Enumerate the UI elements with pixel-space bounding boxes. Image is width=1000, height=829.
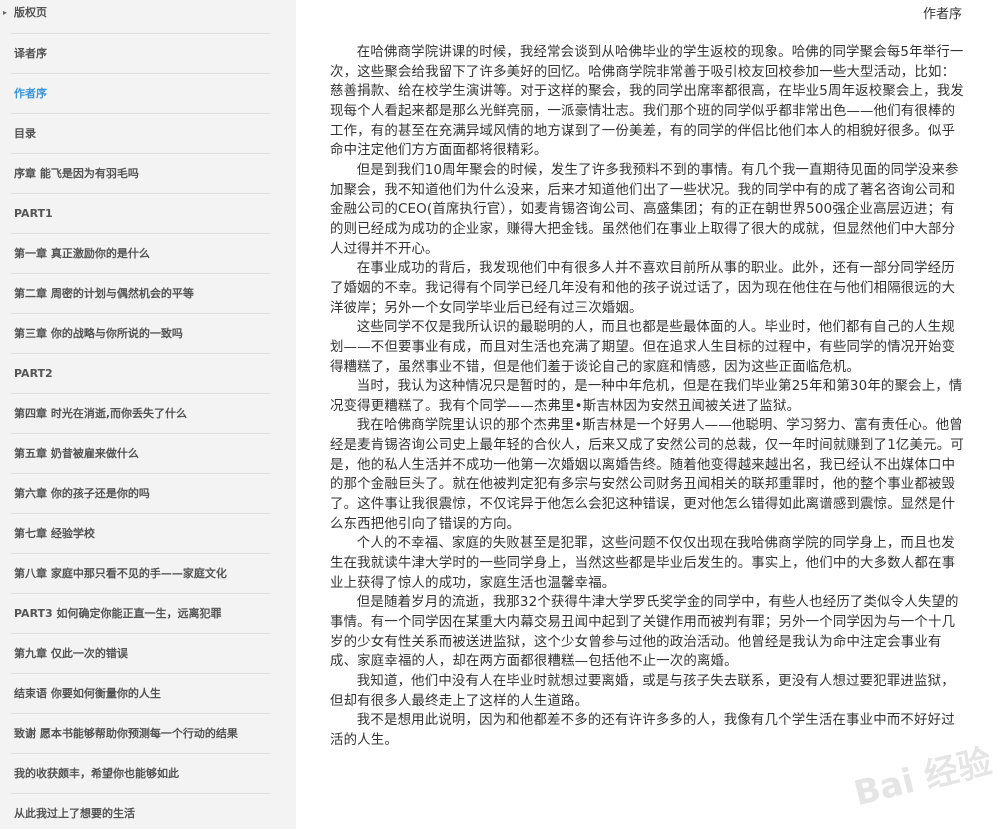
toc-item-label: 作者序 (14, 87, 47, 100)
toc-item[interactable]: 从此我过上了想要的生活 (0, 794, 296, 829)
toc-item-label: 第五章 奶昔被雇来做什么 (14, 447, 139, 460)
toc-item[interactable]: 第八章 家庭中那只看不见的手——家庭文化 (0, 554, 296, 594)
article-paragraph: 这些同学不仅是我所认识的最聪明的人，而且也都是些最体面的人。毕业时，他们都有自己… (330, 320, 956, 375)
toc-item-label: 从此我过上了想要的生活 (14, 807, 135, 820)
toc-item-label: 第六章 你的孩子还是你的吗 (14, 487, 150, 500)
toc-item[interactable]: 第七章 经验学校 (0, 514, 296, 554)
toc-item[interactable]: 译者序 (0, 34, 296, 74)
toc-item-label: 第七章 经验学校 (14, 527, 95, 540)
toc-item[interactable]: PART2 (0, 354, 296, 394)
toc-item-label: 第九章 仅此一次的错误 (14, 647, 128, 660)
toc-item-label: PART1 (14, 207, 53, 220)
article-paragraph: 我不是想用此说明，因为和他都差不多的还有许许多多的人，我像有几个学生活在事业中而… (330, 713, 955, 748)
article-paragraph: 我知道，他们中没有人在毕业时就想过要离婚，或是与孩子失去联系，更没有人想过要犯罪… (330, 674, 955, 709)
toc-item-label: 我的收获颇丰，希望你也能够如此 (14, 767, 179, 780)
toc-item[interactable]: 第四章 时光在消逝,而你丢失了什么 (0, 394, 296, 434)
toc-item-label: PART3 如何确定你能正直一生，远离犯罪 (14, 607, 222, 620)
toc-item[interactable]: 目录 (0, 114, 296, 154)
toc-item-label: 版权页 (14, 6, 47, 19)
toc-item[interactable]: 第九章 仅此一次的错误 (0, 634, 296, 674)
toc-item[interactable]: 结束语 你要如何衡量你的人生 (0, 674, 296, 714)
toc-list: ▸ 版权页译者序作者序目录序章 能飞是因为有羽毛吗 PART1 第一章 真正激励你的是… (0, 0, 296, 829)
toc-item-label: 第三章 你的战略与你所说的一致吗 (14, 327, 183, 340)
article-paragraph: 但是随着岁月的流逝，我那32个获得牛津大学罗氏奖学金的同学中，有些人也经历了类似… (330, 595, 959, 670)
toc-item[interactable]: 致谢 愿本书能够帮助你预测每一个行动的结果 (0, 714, 296, 754)
article-paragraph: 在事业成功的背后，我发现他们中有很多人并不喜欢目前所从事的职业。此外，还有一部分… (330, 261, 956, 316)
toc-item-label: PART2 (14, 367, 53, 380)
toc-item[interactable]: 我的收获颇丰，希望你也能够如此 (0, 754, 296, 794)
toc-item-label: 序章 能飞是因为有羽毛吗 (14, 167, 139, 180)
toc-item[interactable]: PART1 (0, 194, 296, 234)
toc-item-label: 第四章 时光在消逝,而你丢失了什么 (14, 407, 188, 420)
toc-item[interactable]: 第一章 真正激励你的是什么 (0, 234, 296, 274)
article-paragraph: 个人的不幸福、家庭的失败甚至是犯罪，这些问题不仅仅出现在我哈佛商学院的同学身上，… (330, 536, 956, 591)
article-paragraph: 但是到我们10周年聚会的时候，发生了许多我预料不到的事情。有几个我一直期待见面的… (330, 162, 959, 257)
toc-item[interactable]: PART3 如何确定你能正直一生，远离犯罪 (0, 594, 296, 634)
toc-item[interactable]: 第二章 周密的计划与偶然机会的平等 (0, 274, 296, 314)
toc-item[interactable]: 第三章 你的战略与你所说的一致吗 (0, 314, 296, 354)
toc-item[interactable]: 第五章 奶昔被雇来做什么 (0, 434, 296, 474)
toc-item-label: 第八章 家庭中那只看不见的手——家庭文化 (14, 567, 227, 580)
toc-item[interactable]: 第六章 你的孩子还是你的吗 (0, 474, 296, 514)
toc-item-label: 第一章 真正激励你的是什么 (14, 247, 150, 260)
reading-pane: 作者序 在哈佛商学院讲课的时候，我经常会谈到从哈佛毕业的学生返校的现象。哈佛的同… (296, 0, 1000, 829)
toc-item-label: 第二章 周密的计划与偶然机会的平等 (14, 287, 194, 300)
toc-item-label: 结束语 你要如何衡量你的人生 (14, 687, 161, 700)
toc-item[interactable]: ▸ 版权页 (0, 0, 296, 34)
article-body: 在哈佛商学院讲课的时候，我经常会谈到从哈佛毕业的学生返校的现象。哈佛的同学聚会每… (330, 43, 966, 751)
toc-item-label: 目录 (14, 127, 36, 140)
ebook-reader: ▸ 版权页 译者序 作者序 目录 序章 能飞是因为有羽毛吗 PART1 第一章 真正激励你的是… (0, 0, 1000, 829)
toc-item[interactable]: 序章 能飞是因为有羽毛吗 (0, 154, 296, 194)
toc-item[interactable]: 作者序 (0, 74, 296, 114)
toc-item-label: 致谢 愿本书能够帮助你预测每一个行动的结果 (14, 727, 238, 740)
article-paragraph: 我在哈佛商学院里认识的那个杰弗里•斯吉林是一个好男人——他聪明、学习努力、富有责… (330, 418, 964, 532)
article-paragraph: 在哈佛商学院讲课的时候，我经常会谈到从哈佛毕业的学生返校的现象。哈佛的同学聚会每… (330, 45, 964, 159)
toc-item-label: 译者序 (14, 47, 47, 60)
table-of-contents-sidebar: ▸ 版权页译者序作者序目录序章 能飞是因为有羽毛吗 PART1 第一章 真正激励你的是… (0, 0, 296, 829)
section-title: 作者序 (922, 7, 962, 22)
bullet-icon: ▸ (3, 8, 8, 17)
article-paragraph: 当时，我认为这种情况只是暂时的，是一种中年危机，但是在我们毕业第25年和第30年… (330, 379, 963, 414)
